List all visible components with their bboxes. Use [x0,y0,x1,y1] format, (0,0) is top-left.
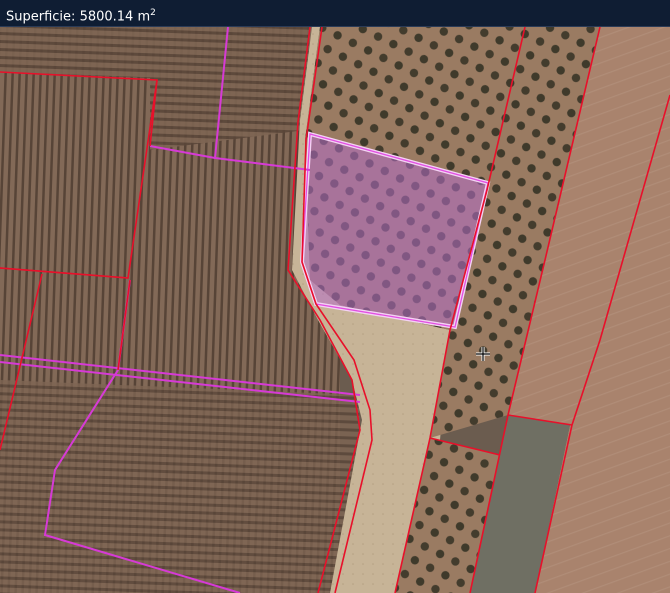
map-viewer: Superficie: 5800.14 m2 [0,0,670,593]
area-unit-exponent: 2 [150,8,156,18]
map-canvas[interactable] [0,27,670,593]
vineyard-block [0,380,360,593]
area-label: Superficie: [6,9,76,25]
area-readout-bar: Superficie: 5800.14 m2 [0,0,670,27]
move-cursor-icon [476,347,490,361]
area-value: 5800.14 m [79,9,151,25]
